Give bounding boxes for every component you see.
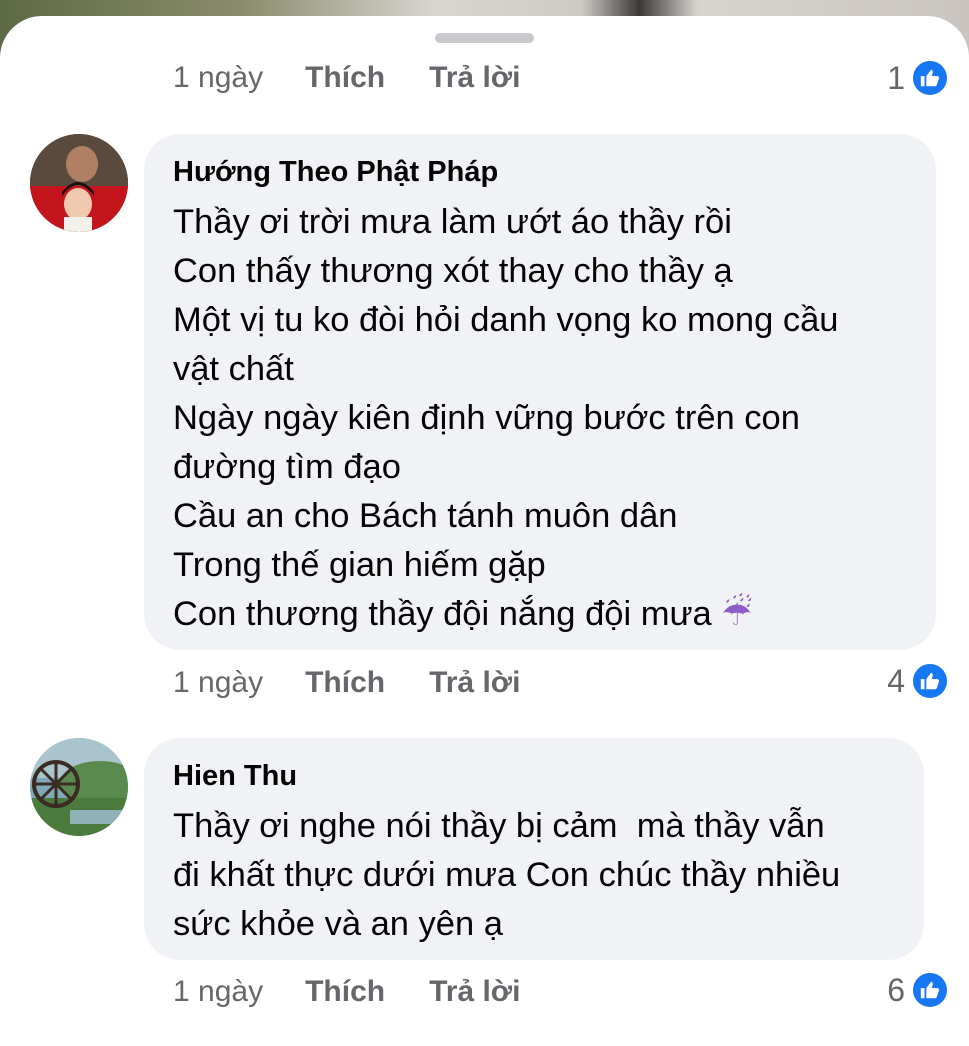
comment-author[interactable]: Hướng Theo Phật Pháp <box>173 154 908 190</box>
comment-line: Ngày ngày kiên định vững bước trên con <box>173 399 800 437</box>
comment-author[interactable]: Hien Thu <box>173 758 896 794</box>
comment-line: vật chất <box>173 350 294 388</box>
reply-button[interactable]: Trả lời <box>429 61 520 95</box>
comment-line: sức khỏe và an yên ạ <box>173 905 503 943</box>
comment-actions: 1 ngày Thích Trả lời <box>173 972 520 1012</box>
like-thumbs-up-icon <box>911 971 949 1009</box>
reaction-count: 6 <box>887 971 905 1008</box>
comment-actions-top: 1 ngày Thích Trả lời <box>173 58 520 98</box>
comment-line-last: Con thương thầy đội nắng đội mưa ☔ <box>173 590 908 639</box>
comment-time: 1 ngày <box>173 975 264 1008</box>
comment-time: 1 ngày <box>173 61 264 94</box>
umbrella-rain-emoji: ☔ <box>721 595 753 633</box>
sheet-grabber-handle[interactable] <box>435 33 534 43</box>
comment-line: đường tìm đạo <box>173 448 401 486</box>
reaction-count: 4 <box>887 662 905 699</box>
like-button[interactable]: Thích <box>305 666 385 700</box>
avatar-huong-theo-phat-phap[interactable] <box>30 134 128 232</box>
like-thumbs-up-icon <box>911 662 949 700</box>
reaction-summary[interactable]: 4 <box>887 661 949 701</box>
comment-line: đi khất thực dưới mưa Con chúc thầy nhiề… <box>173 856 841 894</box>
comment-actions: 1 ngày Thích Trả lời <box>173 663 520 703</box>
reaction-summary[interactable]: 6 <box>887 970 949 1010</box>
like-button[interactable]: Thích <box>305 61 385 95</box>
reaction-summary-top[interactable]: 1 <box>887 58 949 98</box>
comment-line: Cầu an cho Bách tánh muôn dân <box>173 497 678 535</box>
comment-line: Con thấy thương xót thay cho thầy ạ <box>173 252 733 290</box>
comment-line: Một vị tu ko đòi hỏi danh vọng ko mong c… <box>173 301 839 339</box>
comment-time: 1 ngày <box>173 666 264 699</box>
comment-text: Thầy ơi trời mưa làm ướt áo thầy rồi Con… <box>173 198 908 639</box>
comment-line-text: Con thương thầy đội nắng đội mưa <box>173 595 712 633</box>
comment-line: Thầy ơi nghe nói thầy bị cảm mà thầy vẫn <box>173 807 825 845</box>
comment-line: Thầy ơi trời mưa làm ướt áo thầy rồi <box>173 203 732 241</box>
comment-bubble: Hướng Theo Phật Pháp Thầy ơi trời mưa là… <box>144 134 936 650</box>
comment-text: Thầy ơi nghe nói thầy bị cảm mà thầy vẫn… <box>173 802 896 949</box>
reaction-count: 1 <box>887 59 905 96</box>
comment-bubble: Hien Thu Thầy ơi nghe nói thầy bị cảm mà… <box>144 738 924 960</box>
like-thumbs-up-icon <box>911 59 949 97</box>
avatar-hien-thu[interactable] <box>30 738 128 836</box>
reply-button[interactable]: Trả lời <box>429 666 520 700</box>
like-button[interactable]: Thích <box>305 975 385 1009</box>
comment-line: Trong thế gian hiếm gặp <box>173 546 546 584</box>
reply-button[interactable]: Trả lời <box>429 975 520 1009</box>
